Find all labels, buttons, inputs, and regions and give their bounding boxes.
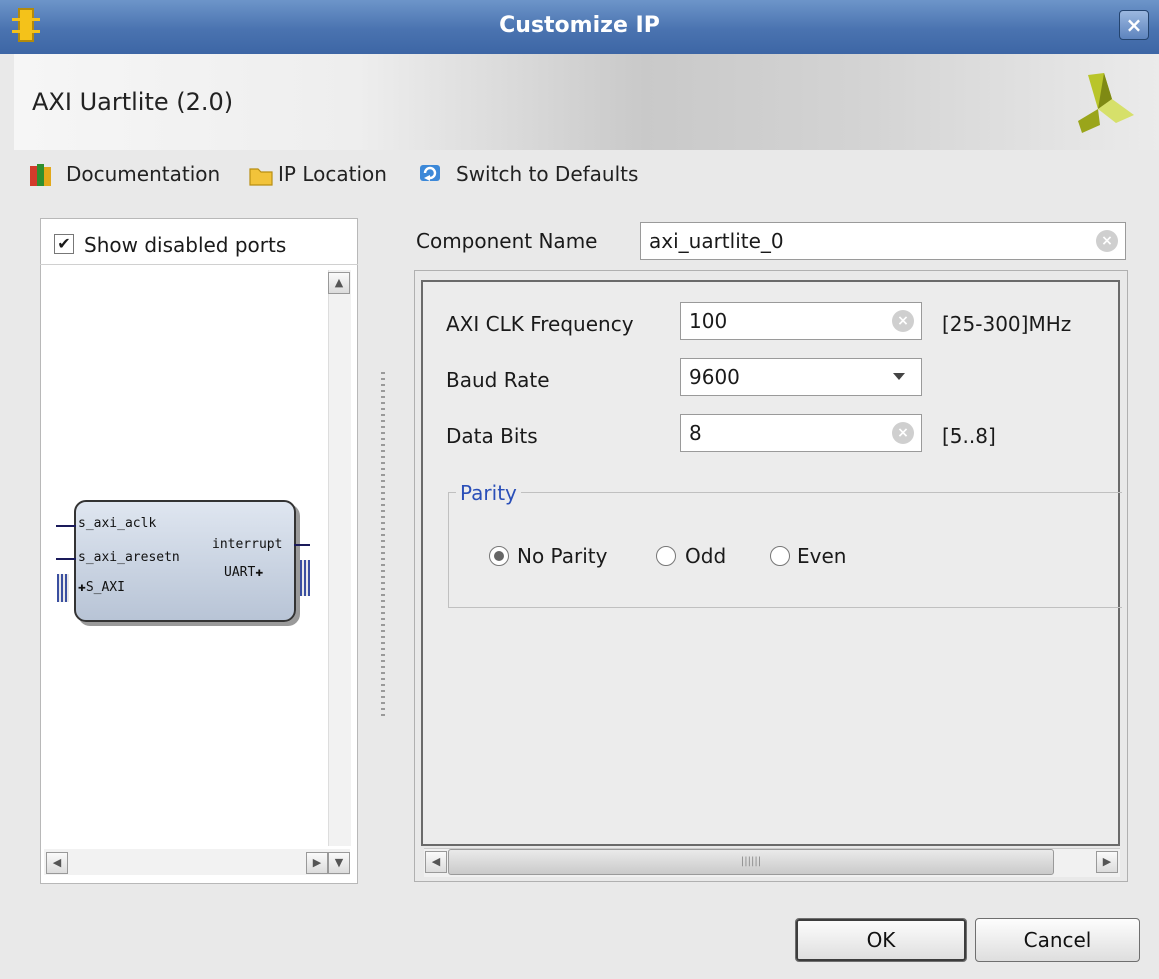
scrollbar-thumb[interactable]: |||||| [448, 849, 1054, 875]
port-line [56, 558, 76, 560]
window-title: Customize IP [499, 13, 660, 38]
left-vertical-scrollbar[interactable] [328, 270, 351, 846]
clear-icon[interactable]: × [1096, 230, 1118, 252]
xilinx-logo [1078, 73, 1134, 133]
scroll-down-button[interactable]: ▼ [328, 852, 350, 874]
scroll-up-button[interactable]: ▲ [328, 272, 350, 294]
bus-port-icon [300, 560, 310, 596]
radio-odd[interactable] [656, 546, 676, 566]
switch-defaults-link[interactable]: Switch to Defaults [456, 162, 638, 186]
chevron-down-icon[interactable] [892, 371, 906, 381]
component-name-input[interactable]: axi_uartlite_0 [640, 222, 1126, 260]
radio-odd-label[interactable]: Odd [685, 544, 726, 568]
left-horizontal-scrollbar[interactable] [44, 849, 350, 875]
port-uart: UART✚ [224, 565, 264, 580]
axi-clk-frequency-label: AXI CLK Frequency [446, 312, 634, 336]
axi-clk-range: [25-300]MHz [942, 312, 1072, 336]
close-button[interactable]: × [1119, 10, 1149, 40]
port-line [294, 544, 310, 546]
data-bits-label: Data Bits [446, 424, 538, 448]
refresh-icon[interactable] [418, 162, 444, 188]
folder-icon[interactable] [248, 162, 274, 188]
radio-no-parity[interactable] [489, 546, 509, 566]
port-s-axi-bus: ✚S_AXI [78, 580, 125, 595]
parity-group-title: Parity [456, 481, 521, 505]
cancel-button[interactable]: Cancel [975, 918, 1140, 962]
show-disabled-ports-label: Show disabled ports [84, 233, 287, 257]
data-bits-input[interactable]: 8 [680, 414, 922, 452]
ok-button[interactable]: OK [795, 918, 967, 962]
show-disabled-ports-checkbox[interactable]: ✔ [54, 234, 74, 254]
divider [40, 264, 358, 265]
book-icon[interactable] [28, 162, 54, 188]
baud-rate-select[interactable]: 9600 [680, 358, 922, 396]
documentation-link[interactable]: Documentation [66, 162, 220, 186]
port-s-axi-aclk: s_axi_aclk [78, 516, 157, 531]
scroll-right-button[interactable]: ▶ [306, 852, 328, 874]
data-bits-range: [5..8] [942, 424, 996, 448]
component-name-label: Component Name [416, 229, 598, 253]
radio-even[interactable] [770, 546, 790, 566]
axi-clk-frequency-input[interactable]: 100 [680, 302, 922, 340]
port-interrupt: interrupt [212, 537, 283, 552]
ip-location-link[interactable]: IP Location [278, 162, 387, 186]
ip-title: AXI Uartlite (2.0) [32, 88, 234, 116]
radio-no-parity-label[interactable]: No Parity [517, 544, 607, 568]
clear-icon[interactable]: × [892, 310, 914, 332]
close-icon: × [1125, 13, 1143, 37]
port-s-axi-aresetn: s_axi_aresetn [78, 550, 180, 565]
radio-even-label[interactable]: Even [797, 544, 846, 568]
panel-splitter[interactable] [381, 372, 385, 716]
baud-rate-label: Baud Rate [446, 368, 550, 392]
scroll-left-button[interactable]: ◀ [425, 851, 447, 873]
clear-icon[interactable]: × [892, 422, 914, 444]
port-line [56, 525, 76, 527]
scroll-right-button[interactable]: ▶ [1096, 851, 1118, 873]
bus-port-icon [57, 574, 69, 602]
scroll-left-button[interactable]: ◀ [46, 852, 68, 874]
